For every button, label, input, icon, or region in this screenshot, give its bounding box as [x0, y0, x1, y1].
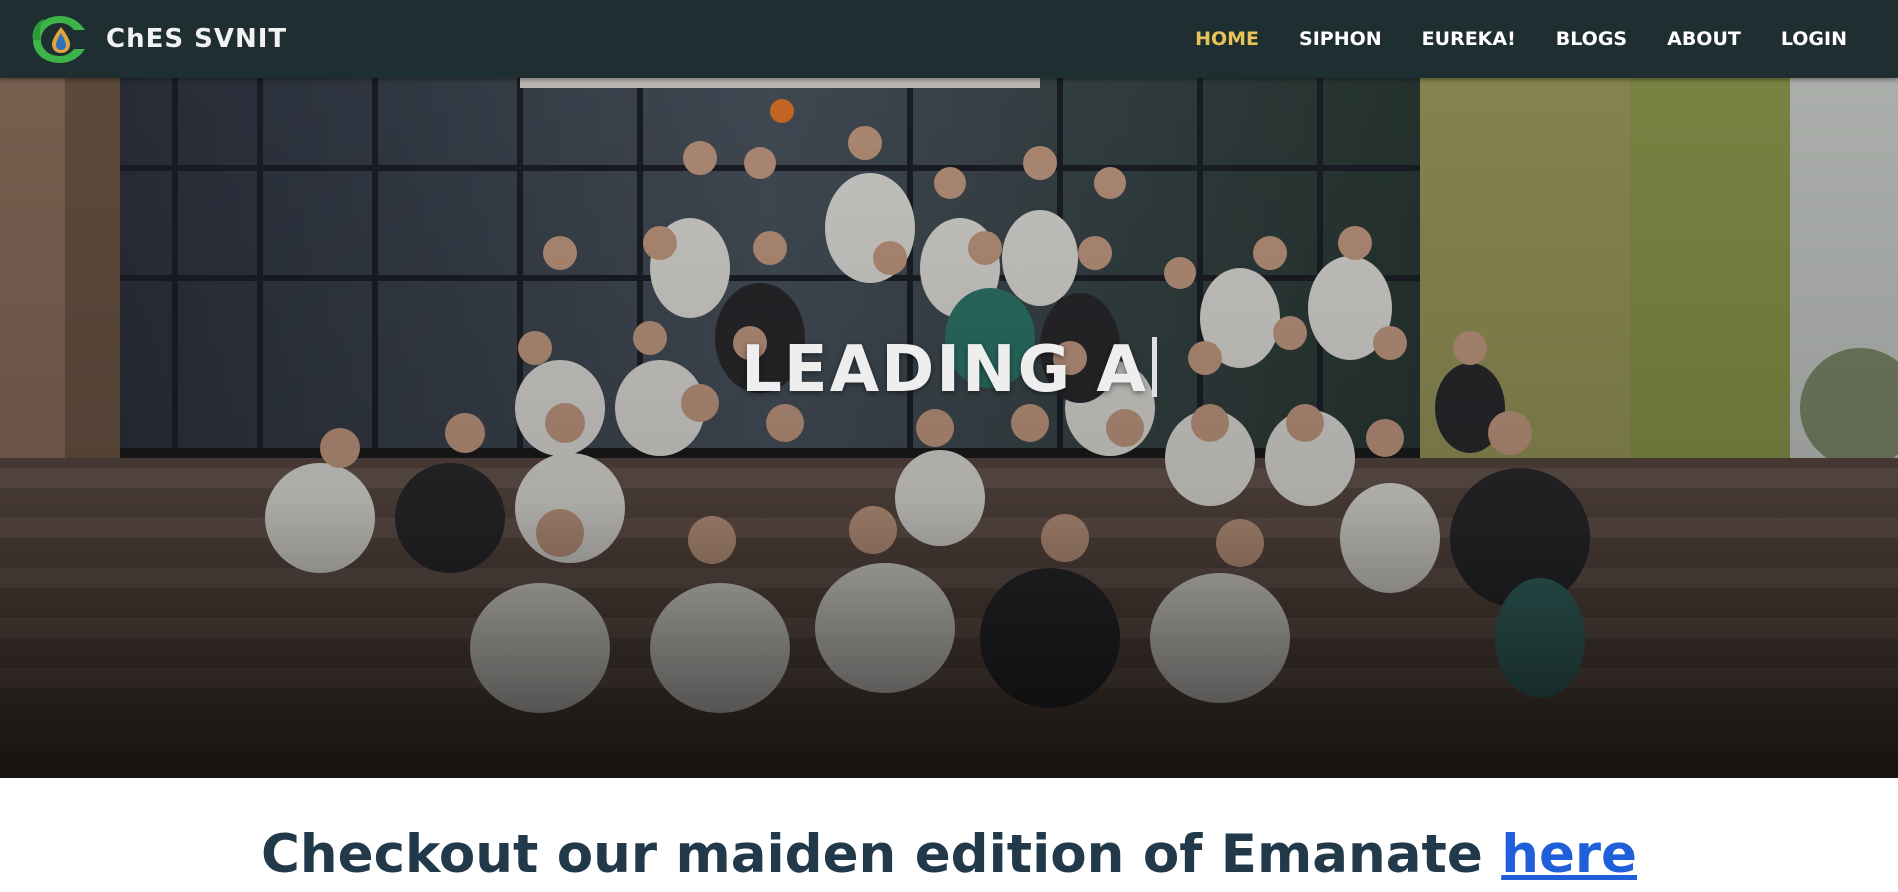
- typed-text: LEADING A: [741, 333, 1148, 407]
- announcement: Checkout our maiden edition of Emanate h…: [0, 820, 1898, 890]
- top-navbar: ChES SVNIT HOME SIPHON EUREKA! BLOGS ABO…: [0, 0, 1898, 78]
- emanate-link[interactable]: here: [1501, 824, 1637, 885]
- nav-eureka[interactable]: EUREKA!: [1422, 28, 1516, 50]
- drop-leaf-logo-icon: [32, 16, 85, 63]
- announcement-text: Checkout our maiden edition of Emanate: [261, 824, 1502, 885]
- nav-about[interactable]: ABOUT: [1667, 28, 1741, 50]
- nav-login[interactable]: LOGIN: [1781, 28, 1847, 50]
- brand[interactable]: ChES SVNIT: [30, 13, 287, 65]
- typing-caret: [1151, 337, 1157, 397]
- nav-blogs[interactable]: BLOGS: [1556, 28, 1627, 50]
- typed-headline: LEADING A: [0, 333, 1898, 407]
- nav-home[interactable]: HOME: [1195, 28, 1259, 50]
- nav-menu: HOME SIPHON EUREKA! BLOGS ABOUT LOGIN: [1155, 28, 1847, 50]
- group-photo-image: [0, 78, 1898, 778]
- nav-siphon[interactable]: SIPHON: [1299, 28, 1382, 50]
- hero-banner: LEADING A: [0, 78, 1898, 778]
- brand-name: ChES SVNIT: [106, 24, 288, 54]
